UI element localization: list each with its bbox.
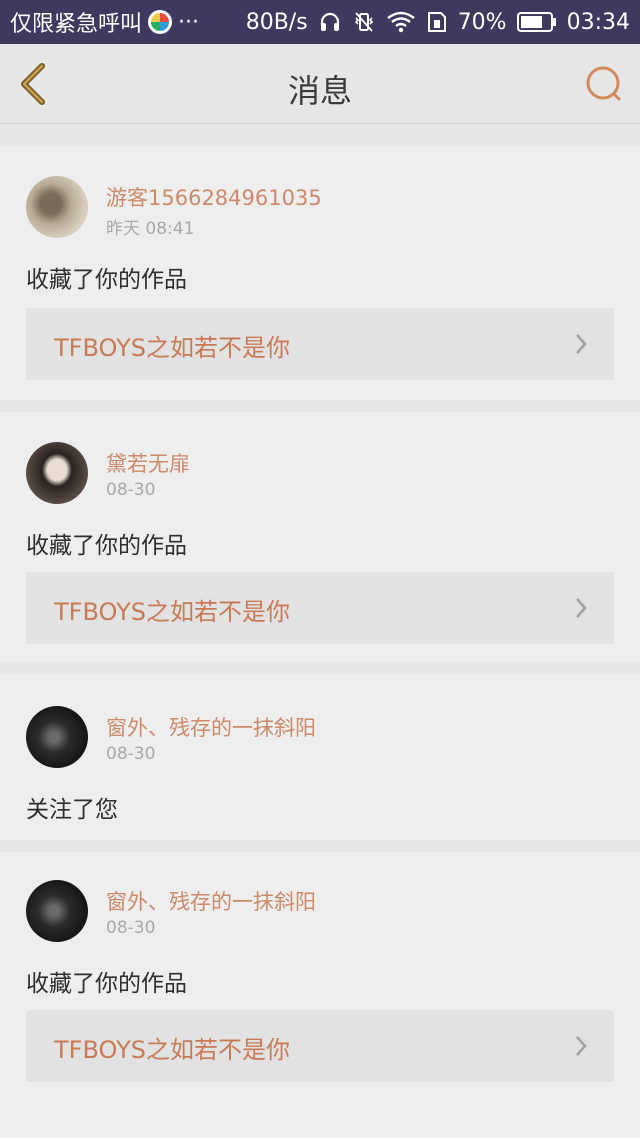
battery-percent: 70%: [457, 9, 507, 35]
work-title: TFBOYS之如若不是你: [54, 334, 290, 362]
avatar[interactable]: [26, 706, 88, 768]
more-notifications: ···: [178, 9, 199, 35]
work-link[interactable]: TFBOYS之如若不是你: [26, 1010, 614, 1082]
battery-icon: [516, 11, 557, 33]
page-title: 消息: [287, 72, 352, 110]
list-item: 游客1566284961035 昨天 08:41 收藏了你的作品 TFBOYS之…: [0, 146, 640, 400]
list-item: 窗外、残存的一抹斜阳 08-30 关注了您: [0, 674, 640, 840]
work-link[interactable]: TFBOYS之如若不是你: [26, 308, 614, 380]
sim-icon: [426, 10, 448, 34]
timestamp: 08-30: [106, 918, 156, 938]
avatar[interactable]: [26, 176, 88, 238]
chevron-right-icon: [576, 334, 587, 354]
app-notification-icon: [148, 10, 173, 34]
status-bar: 仅限紧急呼叫 ··· 80B/s 70% 03:34: [0, 0, 640, 44]
action-text: 收藏了你的作品: [26, 971, 187, 997]
status-right: 80B/s 70% 03:34: [246, 10, 630, 35]
clock: 03:34: [566, 9, 630, 35]
wifi-icon: [386, 10, 416, 34]
action-text: 收藏了你的作品: [26, 533, 187, 559]
username[interactable]: 窗外、残存的一抹斜阳: [106, 712, 316, 742]
action-text: 关注了您: [26, 797, 118, 823]
headphones-icon: [318, 10, 342, 34]
search-button[interactable]: [584, 64, 624, 104]
work-title: TFBOYS之如若不是你: [54, 598, 290, 626]
network-speed: 80B/s: [245, 9, 308, 35]
timestamp: 昨天 08:41: [106, 219, 195, 239]
username[interactable]: 黛若无扉: [106, 448, 190, 478]
work-title: TFBOYS之如若不是你: [54, 1036, 290, 1064]
avatar[interactable]: [26, 880, 88, 942]
timestamp: 08-30: [106, 744, 156, 764]
header: 消息: [0, 44, 640, 124]
status-left: 仅限紧急呼叫 ···: [10, 6, 199, 38]
carrier-text: 仅限紧急呼叫: [10, 12, 143, 37]
chevron-right-icon: [576, 598, 587, 618]
username[interactable]: 窗外、残存的一抹斜阳: [106, 886, 316, 916]
search-icon: [586, 66, 621, 101]
action-text: 收藏了你的作品: [26, 267, 187, 293]
list-item: 窗外、残存的一抹斜阳 08-30 收藏了你的作品 TFBOYS之如若不是你: [0, 852, 640, 1138]
vibrate-icon: [352, 10, 376, 34]
avatar[interactable]: [26, 442, 88, 504]
list-item: 黛若无扉 08-30 收藏了你的作品 TFBOYS之如若不是你: [0, 412, 640, 662]
timestamp: 08-30: [106, 480, 156, 500]
username[interactable]: 游客1566284961035: [106, 182, 322, 212]
work-link[interactable]: TFBOYS之如若不是你: [26, 572, 614, 644]
chevron-right-icon: [576, 1036, 587, 1056]
